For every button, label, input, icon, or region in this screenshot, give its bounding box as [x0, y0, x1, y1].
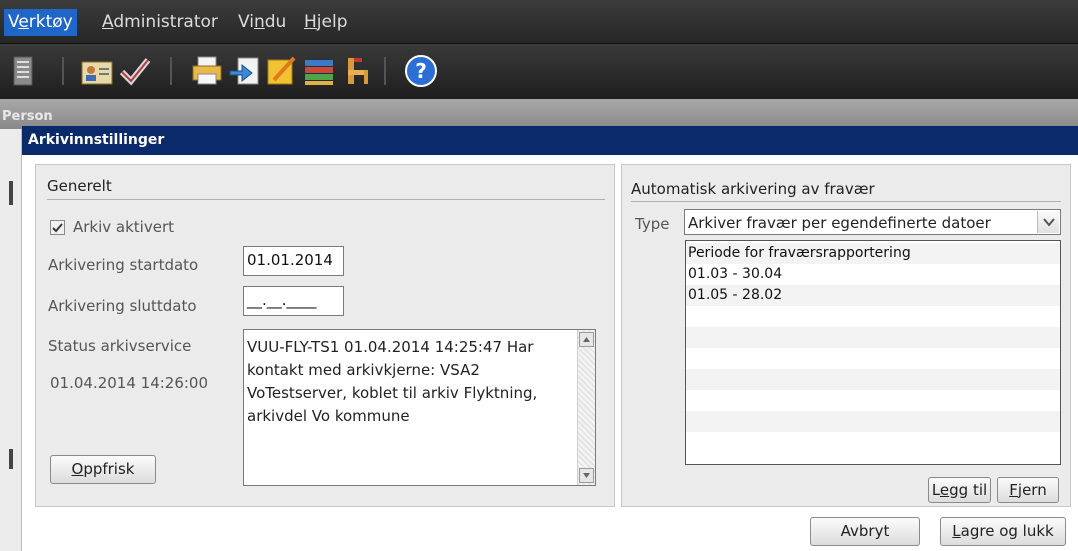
general-group-title: Generelt [47, 177, 112, 195]
edge-mark [9, 449, 13, 469]
cancel-button[interactable]: Avbryt [810, 517, 920, 546]
help-glyph: ? [415, 59, 427, 83]
status-textarea[interactable]: VUU-FLY-TS1 01.04.2014 14:25:47 Har kont… [243, 329, 596, 486]
list-item [686, 390, 1060, 411]
menu-administrator[interactable]: Administrator [102, 12, 218, 32]
books-icon[interactable] [302, 54, 336, 88]
add-label-a: L [931, 481, 940, 499]
list-item [686, 327, 1060, 348]
add-button[interactable]: Legg til [928, 477, 991, 503]
status-text: VUU-FLY-TS1 01.04.2014 14:25:47 Har kont… [247, 338, 538, 425]
list-item[interactable]: 01.05 - 28.02 [686, 285, 1060, 306]
remove-button[interactable]: Fjern [997, 477, 1059, 503]
list-item [686, 348, 1060, 369]
chevron-down-icon[interactable] [1037, 211, 1059, 233]
type-select-value: Arkiver fravær per egendefinerte datoer [688, 214, 991, 232]
menu-vindu-mnemonic: n [253, 12, 265, 32]
refresh-label: ppfrisk [83, 460, 135, 478]
menu-verktoy-mnemonic: e [18, 12, 29, 32]
archive-active-checkbox[interactable] [50, 220, 65, 235]
scroll-up-icon[interactable] [579, 332, 594, 347]
background-window-edge [0, 129, 22, 551]
menu-bar: Verktøy Administrator Vindu Hjelp [0, 0, 1078, 44]
dialog-title: Arkivinnstillinger [28, 132, 165, 148]
menu-hjelp-mnemonic: H [304, 12, 317, 32]
chair-icon[interactable] [340, 54, 374, 88]
notepad-icon[interactable] [264, 54, 298, 88]
person-strip: Person [0, 99, 1078, 129]
menu-verktoy-text-b: rktøy [28, 12, 73, 32]
group-divider [631, 201, 1061, 202]
startdate-field[interactable]: 01.01.2014 [243, 246, 344, 276]
toolbar-separator [170, 57, 172, 85]
periods-list[interactable]: Periode for fraværsrapportering 01.03 - … [685, 240, 1061, 465]
group-divider [47, 199, 605, 200]
auto-archive-group: Automatisk arkivering av fravær Type Ark… [621, 164, 1071, 507]
printer-icon[interactable] [190, 54, 224, 88]
remove-mnemonic: F [1009, 481, 1018, 499]
remove-label-b: jern [1017, 481, 1047, 499]
menu-vindu-text-a: Vi [238, 12, 254, 32]
menu-verktoy[interactable]: Verktøy [4, 9, 77, 36]
toolbar-separator [384, 57, 386, 85]
toolbar-separator [62, 57, 64, 85]
startdate-label: Arkivering startdato [48, 256, 199, 274]
dialog-body: Generelt Arkiv aktivert Arkivering start… [22, 155, 1078, 551]
list-header-row: Periode for fraværsrapportering [686, 243, 1060, 264]
scroll-down-icon[interactable] [579, 468, 594, 483]
dialog-titlebar[interactable]: Arkivinnstillinger [22, 126, 1078, 155]
save-mnemonic: L [952, 522, 961, 540]
save-label-b: agre og lukk [960, 522, 1054, 540]
archive-active-label: Arkiv aktivert [73, 218, 175, 236]
help-icon[interactable]: ? [404, 54, 438, 88]
refresh-button[interactable]: Oppfrisk [50, 455, 156, 484]
enddate-field[interactable]: __.__.____ [243, 286, 344, 316]
list-item[interactable]: 01.03 - 30.04 [686, 264, 1060, 285]
general-group: Generelt Arkiv aktivert Arkivering start… [35, 164, 615, 507]
person-label: Person [2, 109, 53, 124]
toolbar: ? [0, 44, 1078, 99]
auto-archive-group-title: Automatisk arkivering av fravær [631, 180, 875, 198]
list-item [686, 432, 1060, 453]
status-label: Status arkivservice [48, 337, 192, 355]
status-time: 01.04.2014 14:26:00 [50, 374, 209, 392]
menu-vindu-text-b: du [264, 12, 287, 32]
type-select[interactable]: Arkiver fravær per egendefinerte datoer [684, 209, 1061, 235]
import-arrow-icon[interactable] [228, 54, 262, 88]
add-label-b: gg til [949, 481, 988, 499]
menu-hjelp[interactable]: Hjelp [304, 12, 348, 32]
type-label: Type [635, 215, 670, 233]
menu-administrator-mnemonic: A [102, 12, 114, 32]
menu-verktoy-text-a: V [8, 12, 19, 32]
refresh-mnemonic: O [71, 460, 84, 478]
menu-administrator-text-b: dministrator [113, 12, 218, 32]
person-card-icon[interactable] [80, 54, 114, 88]
list-item [686, 369, 1060, 390]
add-mnemonic: e [939, 481, 950, 499]
menu-vindu[interactable]: Vindu [238, 12, 286, 32]
edge-mark [9, 181, 13, 205]
checkmark-icon[interactable] [118, 54, 152, 88]
status-scrollbar[interactable] [577, 330, 595, 485]
clipboard-icon[interactable] [6, 54, 40, 88]
menu-hjelp-text-b: jelp [316, 12, 348, 32]
enddate-label: Arkivering sluttdato [48, 297, 197, 315]
save-close-button[interactable]: Lagre og lukk [940, 517, 1066, 546]
list-item [686, 411, 1060, 432]
list-item [686, 306, 1060, 327]
